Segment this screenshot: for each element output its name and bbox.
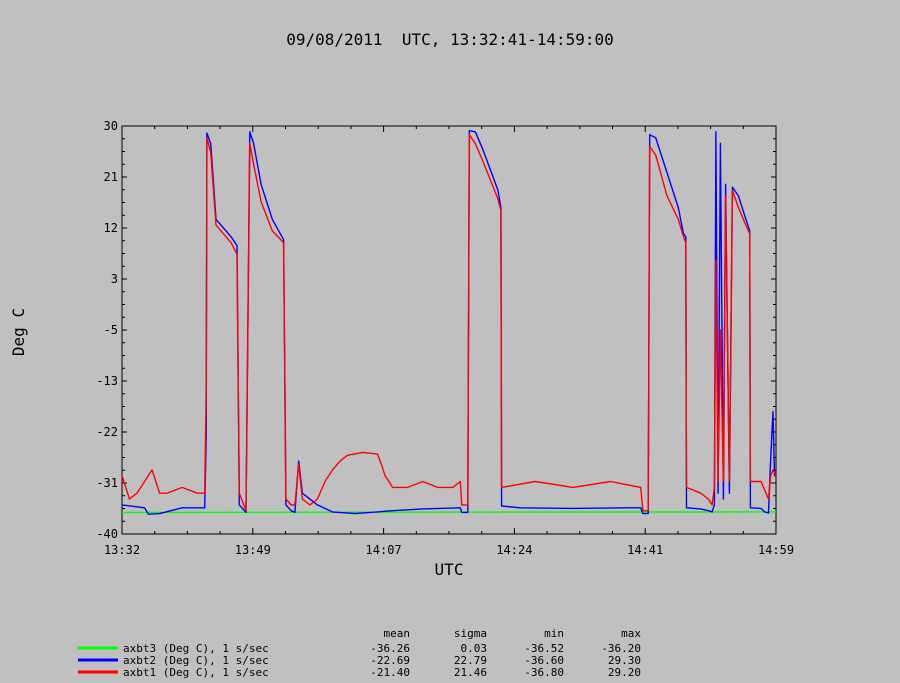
y-tick-label: 12 bbox=[104, 221, 118, 235]
x-axis-label: UTC bbox=[435, 560, 464, 579]
chart-title: 09/08/2011 UTC, 13:32:41-14:59:00 bbox=[286, 30, 614, 49]
x-tick-label: 14:41 bbox=[627, 543, 663, 557]
y-tick-label: 3 bbox=[111, 272, 118, 286]
x-tick-label: 14:59 bbox=[758, 543, 794, 557]
y-tick-label: -22 bbox=[96, 425, 118, 439]
legend-label: axbt1 (Deg C), 1 s/sec bbox=[123, 666, 269, 679]
stats-value: -21.40 bbox=[370, 666, 410, 679]
y-tick-label: 21 bbox=[104, 170, 118, 184]
y-tick-label: -31 bbox=[96, 476, 118, 490]
stats-header-sigma: sigma bbox=[454, 627, 487, 640]
stats-header-min: min bbox=[544, 627, 564, 640]
y-tick-label: 30 bbox=[104, 119, 118, 133]
y-tick-label: -5 bbox=[104, 323, 118, 337]
chart-svg: 09/08/2011 UTC, 13:32:41-14:59:00 Deg C … bbox=[9, 30, 794, 679]
y-tick-label: -40 bbox=[96, 527, 118, 541]
stats-value: 21.46 bbox=[454, 666, 487, 679]
y-axis-label: Deg C bbox=[9, 308, 28, 356]
x-tick-label: 13:49 bbox=[235, 543, 271, 557]
y-tick-label: -13 bbox=[96, 374, 118, 388]
stats-value: 29.20 bbox=[608, 666, 641, 679]
x-tick-label: 13:32 bbox=[104, 543, 140, 557]
plot-area bbox=[121, 125, 777, 535]
series-line-axbt3 bbox=[121, 511, 777, 514]
stats-header-mean: mean bbox=[384, 627, 411, 640]
stats-header-max: max bbox=[621, 627, 641, 640]
chart-figure: 09/08/2011 UTC, 13:32:41-14:59:00 Deg C … bbox=[0, 0, 900, 683]
x-tick-label: 14:07 bbox=[366, 543, 402, 557]
stats-value: -36.80 bbox=[524, 666, 564, 679]
legend: mean sigma min maxaxbt3 (Deg C), 1 s/sec -36… bbox=[78, 627, 641, 679]
x-tick-label: 14:24 bbox=[496, 543, 532, 557]
